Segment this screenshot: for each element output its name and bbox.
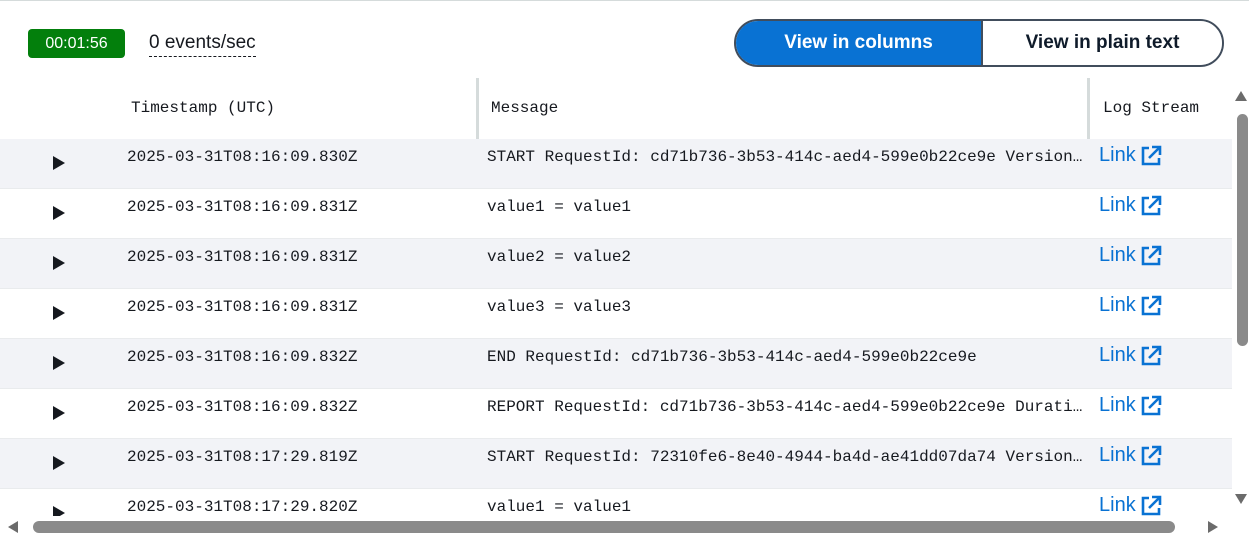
table-row: 2025-03-31T08:16:09.831Z value1 = value1 L… (0, 189, 1232, 239)
scroll-left-arrow-icon[interactable] (8, 521, 18, 533)
view-in-columns-button[interactable]: View in columns (736, 21, 981, 65)
vertical-scroll-thumb[interactable] (1237, 114, 1248, 346)
caret-right-icon[interactable] (53, 156, 65, 170)
message-cell: value1 = value1 (487, 198, 632, 216)
external-link-icon (1141, 495, 1162, 515)
caret-right-icon[interactable] (53, 506, 65, 516)
table-row: 2025-03-31T08:16:09.831Z value2 = value2 L… (0, 239, 1232, 289)
external-link-icon (1141, 345, 1162, 365)
message-cell: END RequestId: cd71b736-3b53-414c-aed4-5… (487, 348, 977, 366)
caret-right-icon[interactable] (53, 206, 65, 220)
view-in-plain-text-button[interactable]: View in plain text (983, 21, 1222, 65)
log-stream-link[interactable]: Link (1099, 494, 1162, 516)
log-stream-link[interactable]: Link (1099, 294, 1162, 317)
timestamp-cell: 2025-03-31T08:17:29.819Z (127, 448, 358, 466)
log-stream-link[interactable]: Link (1099, 194, 1162, 217)
external-link-icon (1141, 395, 1162, 415)
timestamp-cell: 2025-03-31T08:16:09.831Z (127, 248, 358, 266)
message-cell: START RequestId: cd71b736-3b53-414c-aed4… (487, 148, 1084, 166)
external-link-icon (1141, 295, 1162, 315)
caret-right-icon[interactable] (53, 256, 65, 270)
timestamp-cell: 2025-03-31T08:16:09.831Z (127, 198, 358, 216)
link-label: Link (1099, 444, 1136, 466)
caret-right-icon[interactable] (53, 456, 65, 470)
caret-right-icon[interactable] (53, 356, 65, 370)
table-header: Timestamp (UTC) Message Log Stream (0, 78, 1232, 139)
link-label: Link (1099, 344, 1136, 366)
message-cell: REPORT RequestId: cd71b736-3b53-414c-aed… (487, 398, 1084, 416)
link-label: Link (1099, 394, 1136, 416)
column-header-log-stream[interactable]: Log Stream (1103, 99, 1199, 117)
table-row: 2025-03-31T08:17:29.819Z START RequestId:… (0, 439, 1232, 489)
column-resizer[interactable] (1087, 78, 1090, 139)
timestamp-cell: 2025-03-31T08:17:29.820Z (127, 498, 358, 516)
link-label: Link (1099, 194, 1136, 216)
message-cell: value1 = value1 (487, 498, 632, 516)
log-stream-link[interactable]: Link (1099, 394, 1162, 417)
link-label: Link (1099, 494, 1136, 516)
timestamp-cell: 2025-03-31T08:16:09.832Z (127, 398, 358, 416)
message-cell: value3 = value3 (487, 298, 632, 316)
log-events-table: Timestamp (UTC) Message Log Stream 2025-… (0, 78, 1232, 516)
message-cell: START RequestId: 72310fe6-8e40-4944-ba4d… (487, 448, 1084, 466)
external-link-icon (1141, 445, 1162, 465)
link-label: Link (1099, 144, 1136, 166)
event-rate[interactable]: 0 events/sec (149, 31, 256, 57)
table-row: 2025-03-31T08:17:29.820Z value1 = value1 L… (0, 489, 1232, 516)
scroll-up-arrow-icon[interactable] (1235, 91, 1247, 101)
timestamp-cell: 2025-03-31T08:16:09.830Z (127, 148, 358, 166)
external-link-icon (1141, 195, 1162, 215)
column-header-timestamp[interactable]: Timestamp (UTC) (131, 99, 275, 117)
table-row: 2025-03-31T08:16:09.831Z value3 = value3 L… (0, 289, 1232, 339)
external-link-icon (1141, 145, 1162, 165)
horizontal-scroll-thumb[interactable] (33, 521, 1175, 533)
caret-right-icon[interactable] (53, 406, 65, 420)
log-stream-link[interactable]: Link (1099, 244, 1162, 267)
log-stream-link[interactable]: Link (1099, 344, 1162, 367)
message-cell: value2 = value2 (487, 248, 632, 266)
column-header-message[interactable]: Message (491, 99, 558, 117)
link-label: Link (1099, 294, 1136, 316)
external-link-icon (1141, 245, 1162, 265)
column-resizer[interactable] (476, 78, 479, 139)
scroll-down-arrow-icon[interactable] (1235, 494, 1247, 504)
link-label: Link (1099, 244, 1136, 266)
table-row: 2025-03-31T08:16:09.832Z REPORT RequestId… (0, 389, 1232, 439)
table-row: 2025-03-31T08:16:09.830Z START RequestId:… (0, 139, 1232, 189)
timestamp-cell: 2025-03-31T08:16:09.832Z (127, 348, 358, 366)
timestamp-cell: 2025-03-31T08:16:09.831Z (127, 298, 358, 316)
elapsed-timer-badge: 00:01:56 (28, 29, 125, 58)
view-mode-toggle: View in columns View in plain text (734, 19, 1224, 67)
table-body: 2025-03-31T08:16:09.830Z START RequestId:… (0, 139, 1232, 516)
log-stream-link[interactable]: Link (1099, 144, 1162, 167)
log-stream-link[interactable]: Link (1099, 444, 1162, 467)
top-border (0, 0, 1249, 1)
scroll-right-arrow-icon[interactable] (1208, 521, 1218, 533)
table-row: 2025-03-31T08:16:09.832Z END RequestId: c… (0, 339, 1232, 389)
caret-right-icon[interactable] (53, 306, 65, 320)
